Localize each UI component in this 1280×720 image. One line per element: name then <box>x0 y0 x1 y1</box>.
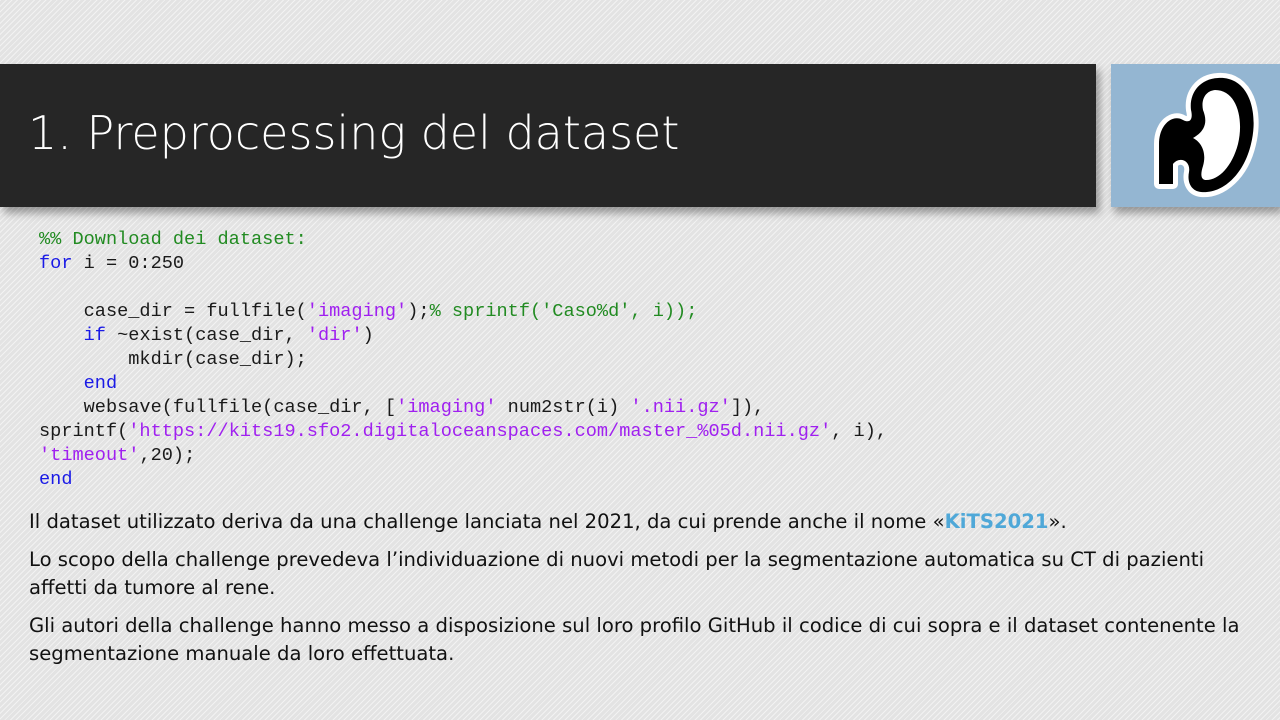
body-text: Il dataset utilizzato deriva da una chal… <box>29 508 1249 678</box>
code-token: websave(fullfile(case_dir, [ <box>39 397 397 418</box>
code-token: if <box>83 325 106 346</box>
code-token: i = 0:250 <box>72 253 185 274</box>
code-line: end <box>39 468 887 492</box>
code-token: end <box>83 373 118 394</box>
paragraph-2: Lo scopo della challenge prevedeva l’ind… <box>29 548 1205 599</box>
code-token: , i), <box>831 421 888 442</box>
code-token: num2str(i) <box>496 397 631 418</box>
slide-title: 1. Preprocessing del dataset <box>28 106 680 160</box>
code-line: sprintf('https://kits19.sfo2.digitalocea… <box>39 420 887 444</box>
code-token: for <box>39 253 73 274</box>
code-block: %% Download dei dataset: for i = 0:250 ca… <box>39 228 887 492</box>
code-token: ,20); <box>139 445 196 466</box>
paragraph-3: Gli autori della challenge hanno messo a… <box>29 614 1240 665</box>
code-token: ); <box>407 301 430 322</box>
code-line: 'timeout',20); <box>39 444 887 468</box>
title-bar: 1. Preprocessing del dataset <box>0 64 1096 207</box>
code-line: mkdir(case_dir); <box>39 348 887 372</box>
code-token: sprintf( <box>39 421 129 442</box>
code-token: case_dir = fullfile( <box>39 301 307 322</box>
paragraph-1: Il dataset utilizzato deriva da una chal… <box>29 508 1249 536</box>
code-line: if ~exist(case_dir, 'dir') <box>39 324 887 348</box>
kits-highlight: KiTS2021 <box>944 510 1049 533</box>
kidney-icon <box>1154 72 1259 198</box>
code-token: % sprintf('Caso%d', i)); <box>429 301 698 322</box>
logo-box <box>1111 64 1280 207</box>
code-token: 'imaging' <box>396 397 497 418</box>
code-token: '.nii.gz' <box>630 397 731 418</box>
code-line: %% Download dei dataset: <box>39 228 887 252</box>
paragraph-1-text: Il dataset utilizzato deriva da una chal… <box>29 510 945 533</box>
code-token: 'timeout' <box>39 445 140 466</box>
paragraph-1-end: ». <box>1048 510 1067 533</box>
code-line: websave(fullfile(case_dir, ['imaging' nu… <box>39 396 887 420</box>
code-token: ]), <box>730 397 765 418</box>
code-line: end <box>39 372 887 396</box>
code-token: 'https://kits19.sfo2.digitaloceanspaces.… <box>128 421 832 442</box>
code-line: for i = 0:250 <box>39 252 887 276</box>
code-line: case_dir = fullfile('imaging');% sprintf… <box>39 300 887 324</box>
code-token: %% Download dei dataset: <box>39 229 307 250</box>
code-token: 'imaging' <box>306 301 408 322</box>
code-token: ) <box>362 325 374 346</box>
code-token: mkdir(case_dir); <box>39 349 307 370</box>
code-token: ~exist(case_dir, <box>105 325 307 346</box>
code-token: 'dir' <box>306 325 363 346</box>
code-token: end <box>39 469 73 490</box>
